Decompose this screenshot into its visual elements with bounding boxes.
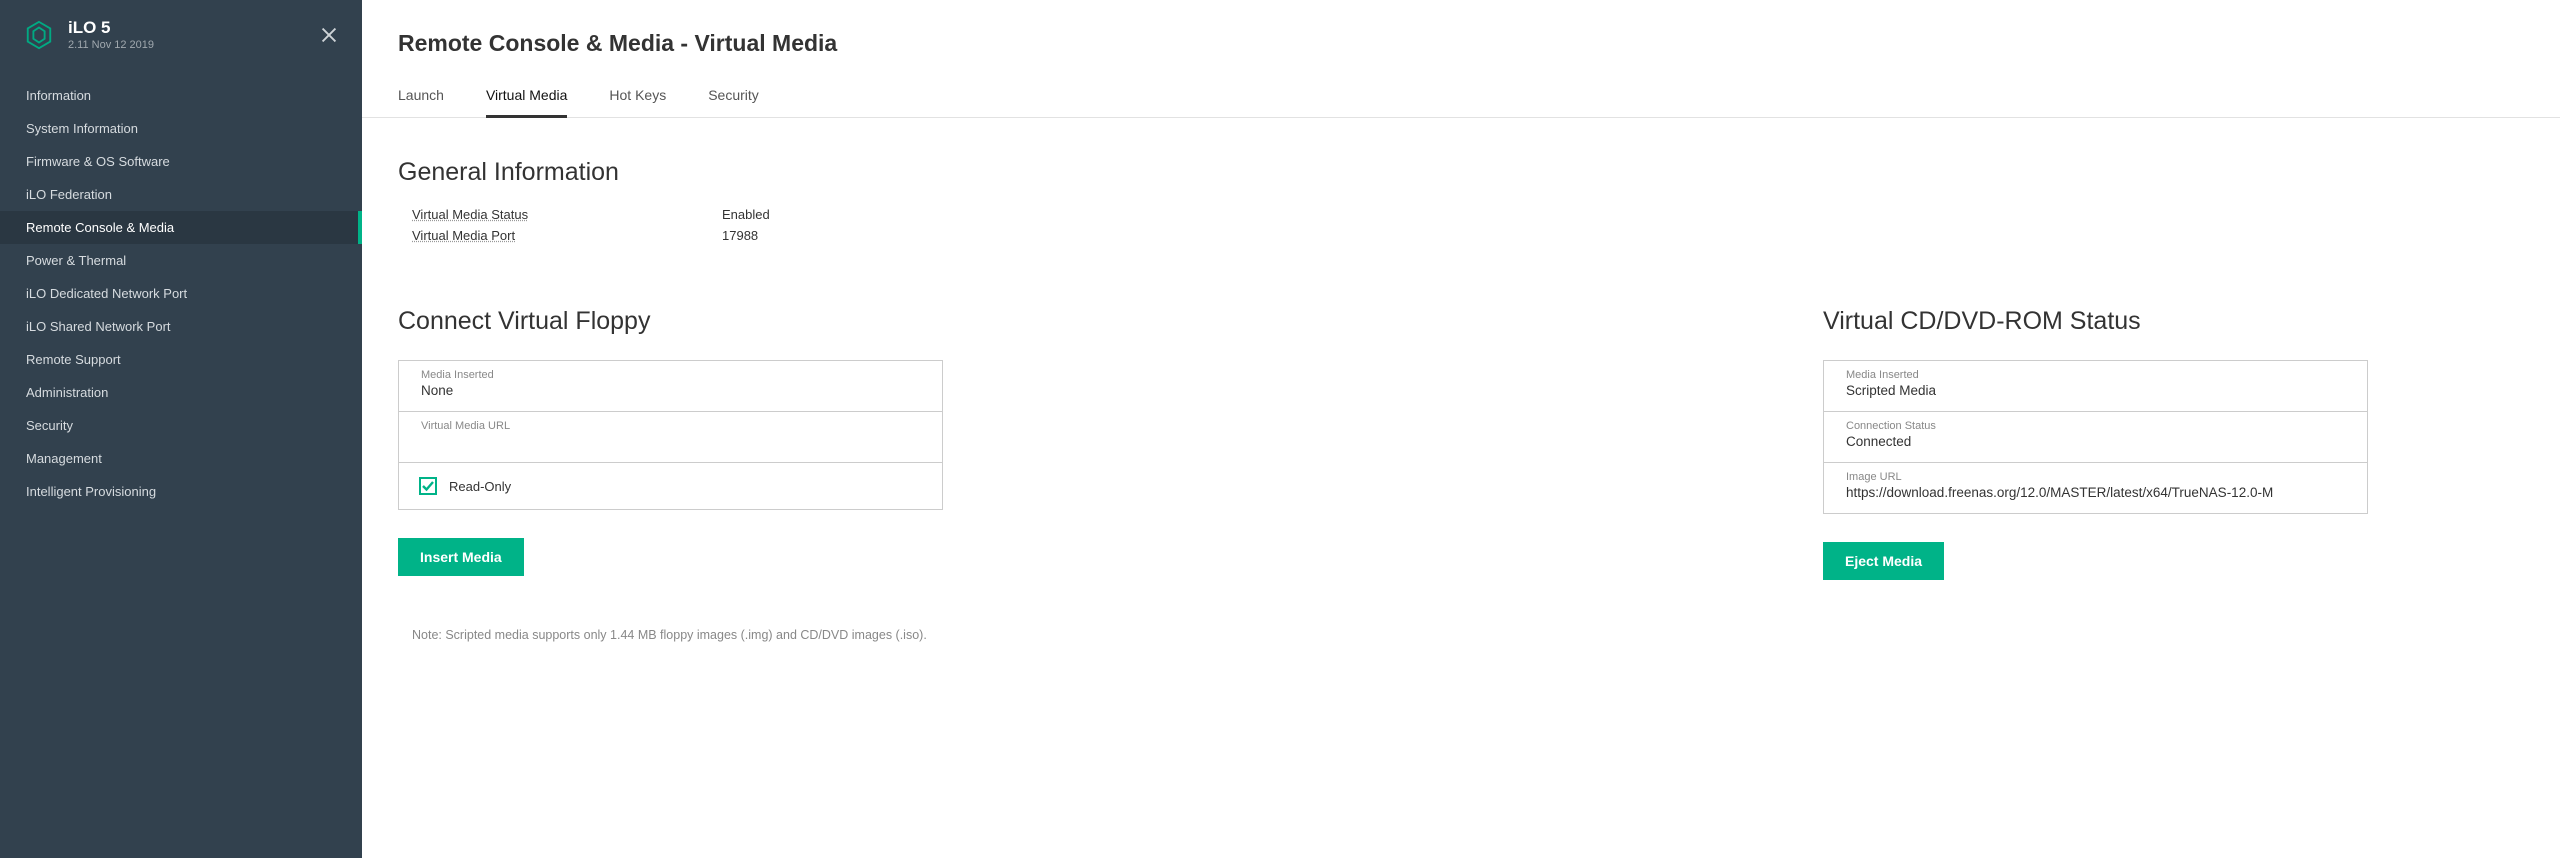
- floppy-media-inserted-label: Media Inserted: [421, 369, 920, 381]
- sidebar-item-ilo-federation[interactable]: iLO Federation: [0, 178, 362, 211]
- floppy-media-inserted-value: None: [421, 383, 920, 401]
- floppy-media-inserted: Media Inserted None: [399, 361, 942, 412]
- sidebar-item-power-thermal[interactable]: Power & Thermal: [0, 244, 362, 277]
- page-header: Remote Console & Media - Virtual Media L…: [362, 0, 2560, 118]
- cdrom-image-url: Image URL https://download.freenas.org/1…: [1824, 463, 2367, 513]
- tab-security[interactable]: Security: [708, 87, 759, 117]
- sidebar-nav: InformationSystem InformationFirmware & …: [0, 79, 362, 508]
- vm-port-row: Virtual Media Port 17988: [412, 228, 2524, 243]
- main-content: Remote Console & Media - Virtual Media L…: [362, 0, 2560, 858]
- tab-launch[interactable]: Launch: [398, 87, 444, 117]
- cdrom-conn-status-label: Connection Status: [1846, 420, 2345, 432]
- readonly-checkbox[interactable]: [419, 477, 437, 495]
- product-logo-icon: [24, 20, 54, 50]
- cdrom-conn-status: Connection Status Connected: [1824, 412, 2367, 463]
- readonly-label: Read-Only: [449, 479, 511, 494]
- cdrom-media-inserted: Media Inserted Scripted Media: [1824, 361, 2367, 412]
- product-name: iLO 5: [68, 18, 154, 38]
- sidebar-item-administration[interactable]: Administration: [0, 376, 362, 409]
- vm-status-row: Virtual Media Status Enabled: [412, 207, 2524, 222]
- vm-port-value: 17988: [722, 228, 758, 243]
- page-title: Remote Console & Media - Virtual Media: [398, 30, 2524, 57]
- sidebar-item-ilo-shared-network-port[interactable]: iLO Shared Network Port: [0, 310, 362, 343]
- sidebar-header: iLO 5 2.11 Nov 12 2019: [0, 0, 362, 69]
- floppy-vm-url-value: [421, 434, 920, 452]
- floppy-vm-url-label: Virtual Media URL: [421, 420, 920, 432]
- sidebar-item-management[interactable]: Management: [0, 442, 362, 475]
- cdrom-box: Media Inserted Scripted Media Connection…: [1823, 360, 2368, 514]
- floppy-title: Connect Virtual Floppy: [398, 307, 943, 336]
- sidebar-item-security[interactable]: Security: [0, 409, 362, 442]
- floppy-vm-url[interactable]: Virtual Media URL: [399, 412, 942, 463]
- product-version: 2.11 Nov 12 2019: [68, 39, 154, 51]
- checkmark-icon: [422, 480, 434, 492]
- close-icon[interactable]: [318, 24, 340, 46]
- sidebar: iLO 5 2.11 Nov 12 2019 InformationSystem…: [0, 0, 362, 858]
- insert-media-button[interactable]: Insert Media: [398, 538, 524, 576]
- vm-status-value: Enabled: [722, 207, 770, 222]
- cdrom-media-inserted-value: Scripted Media: [1846, 383, 2345, 401]
- cdrom-image-url-value: https://download.freenas.org/12.0/MASTER…: [1846, 485, 2345, 503]
- sidebar-item-intelligent-provisioning[interactable]: Intelligent Provisioning: [0, 475, 362, 508]
- sidebar-item-system-information[interactable]: System Information: [0, 112, 362, 145]
- cdrom-title: Virtual CD/DVD-ROM Status: [1823, 307, 2368, 336]
- floppy-column: Connect Virtual Floppy Media Inserted No…: [398, 307, 943, 576]
- sidebar-item-information[interactable]: Information: [0, 79, 362, 112]
- sidebar-item-ilo-dedicated-network-port[interactable]: iLO Dedicated Network Port: [0, 277, 362, 310]
- cdrom-column: Virtual CD/DVD-ROM Status Media Inserted…: [1823, 307, 2368, 580]
- sidebar-item-remote-console-media[interactable]: Remote Console & Media: [0, 211, 362, 244]
- readonly-row[interactable]: Read-Only: [399, 463, 942, 509]
- vm-port-label: Virtual Media Port: [412, 228, 722, 243]
- columns: Connect Virtual Floppy Media Inserted No…: [398, 307, 2524, 580]
- tabs: Launch Virtual Media Hot Keys Security: [398, 87, 2524, 117]
- cdrom-conn-status-value: Connected: [1846, 434, 2345, 452]
- scripted-media-note: Note: Scripted media supports only 1.44 …: [412, 628, 2524, 642]
- vm-status-label: Virtual Media Status: [412, 207, 722, 222]
- general-info-title: General Information: [398, 158, 2524, 187]
- sidebar-item-remote-support[interactable]: Remote Support: [0, 343, 362, 376]
- page-body: General Information Virtual Media Status…: [362, 118, 2560, 682]
- tab-virtual-media[interactable]: Virtual Media: [486, 87, 567, 117]
- cdrom-media-inserted-label: Media Inserted: [1846, 369, 2345, 381]
- tab-hot-keys[interactable]: Hot Keys: [609, 87, 666, 117]
- sidebar-item-firmware-os-software[interactable]: Firmware & OS Software: [0, 145, 362, 178]
- eject-media-button[interactable]: Eject Media: [1823, 542, 1944, 580]
- cdrom-image-url-label: Image URL: [1846, 471, 2345, 483]
- floppy-box: Media Inserted None Virtual Media URL Re…: [398, 360, 943, 510]
